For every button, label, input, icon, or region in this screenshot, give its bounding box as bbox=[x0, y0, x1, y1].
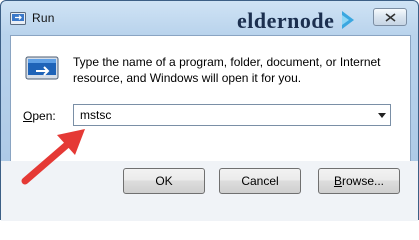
open-label: Open: bbox=[23, 109, 56, 123]
open-input[interactable] bbox=[80, 108, 360, 122]
close-button[interactable] bbox=[373, 8, 407, 26]
watermark-arrow-icon bbox=[342, 11, 354, 29]
open-label-accelerator: O bbox=[23, 109, 33, 123]
browse-label-text: rowse... bbox=[342, 174, 385, 188]
dialog-description: Type the name of a program, folder, docu… bbox=[73, 55, 381, 85]
open-combobox[interactable] bbox=[73, 104, 391, 126]
run-dialog-window: Run eldernode Type the name of a program… bbox=[0, 0, 419, 221]
cancel-button[interactable]: Cancel bbox=[219, 168, 301, 194]
run-program-icon bbox=[25, 56, 59, 80]
title-bar[interactable]: Run eldernode bbox=[1, 1, 418, 35]
open-label-text: pen: bbox=[32, 109, 56, 123]
annotation-arrow-icon bbox=[21, 129, 85, 185]
browse-button[interactable]: Browse... bbox=[318, 168, 400, 194]
window-title: Run bbox=[32, 11, 55, 25]
ok-button[interactable]: OK bbox=[123, 168, 205, 194]
run-app-icon bbox=[10, 12, 26, 25]
eldernode-watermark: eldernode bbox=[237, 8, 335, 33]
dropdown-arrow-icon[interactable] bbox=[378, 113, 386, 118]
browse-accelerator: B bbox=[333, 174, 342, 188]
close-icon bbox=[385, 13, 396, 22]
